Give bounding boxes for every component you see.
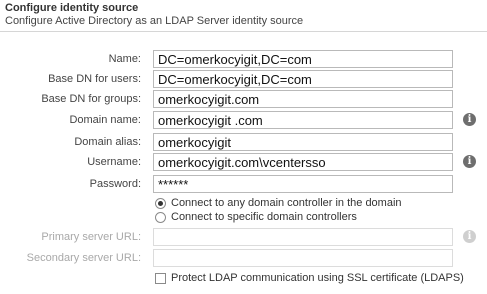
domain-name-info-icon[interactable]: i <box>463 113 476 126</box>
base-dn-groups-input[interactable] <box>153 90 453 108</box>
connect-specific-dc-option[interactable]: Connect to specific domain controllers <box>155 210 357 224</box>
name-row: Name: <box>0 50 487 68</box>
dialog-title: Configure identity source <box>5 2 139 14</box>
base-dn-users-label: Base DN for users: <box>48 73 141 85</box>
connect-specific-dc-radio[interactable] <box>155 211 166 223</box>
username-label: Username: <box>87 156 141 168</box>
password-row: Password: <box>0 175 487 193</box>
primary-server-url-info-icon: i <box>463 230 476 243</box>
primary-server-url-label: Primary server URL: <box>41 231 141 243</box>
base-dn-users-row: Base DN for users: <box>0 70 487 88</box>
primary-server-url-row: Primary server URL: i <box>0 228 487 246</box>
password-label: Password: <box>89 178 141 190</box>
connect-any-dc-option[interactable]: Connect to any domain controller in the … <box>155 196 402 210</box>
connect-specific-dc-label: Connect to specific domain controllers <box>171 211 357 223</box>
secondary-server-url-label: Secondary server URL: <box>26 252 141 264</box>
password-input[interactable] <box>153 175 453 193</box>
primary-server-url-input[interactable] <box>153 228 453 246</box>
domain-alias-input[interactable] <box>153 133 453 151</box>
domain-name-input[interactable] <box>153 111 453 129</box>
domain-name-row: Domain name: i <box>0 111 487 129</box>
secondary-server-url-row: Secondary server URL: <box>0 249 487 267</box>
username-input[interactable] <box>153 153 453 171</box>
header-divider <box>0 31 487 32</box>
name-input[interactable] <box>153 50 453 68</box>
connect-any-dc-radio[interactable] <box>155 197 166 209</box>
username-info-icon[interactable]: i <box>463 155 476 168</box>
ssl-protect-option[interactable]: Protect LDAP communication using SSL cer… <box>155 272 464 284</box>
ssl-protect-checkbox[interactable] <box>155 272 166 284</box>
base-dn-users-input[interactable] <box>153 70 453 88</box>
domain-alias-row: Domain alias: <box>0 133 487 151</box>
domain-alias-label: Domain alias: <box>74 136 141 148</box>
base-dn-groups-row: Base DN for groups: <box>0 90 487 108</box>
dialog-subtitle: Configure Active Directory as an LDAP Se… <box>5 15 304 27</box>
base-dn-groups-label: Base DN for groups: <box>41 93 141 105</box>
name-label: Name: <box>108 53 141 65</box>
connect-any-dc-label: Connect to any domain controller in the … <box>171 197 402 209</box>
username-row: Username: i <box>0 153 487 171</box>
ssl-protect-label: Protect LDAP communication using SSL cer… <box>171 272 464 284</box>
secondary-server-url-input[interactable] <box>153 249 453 267</box>
domain-name-label: Domain name: <box>69 114 141 126</box>
